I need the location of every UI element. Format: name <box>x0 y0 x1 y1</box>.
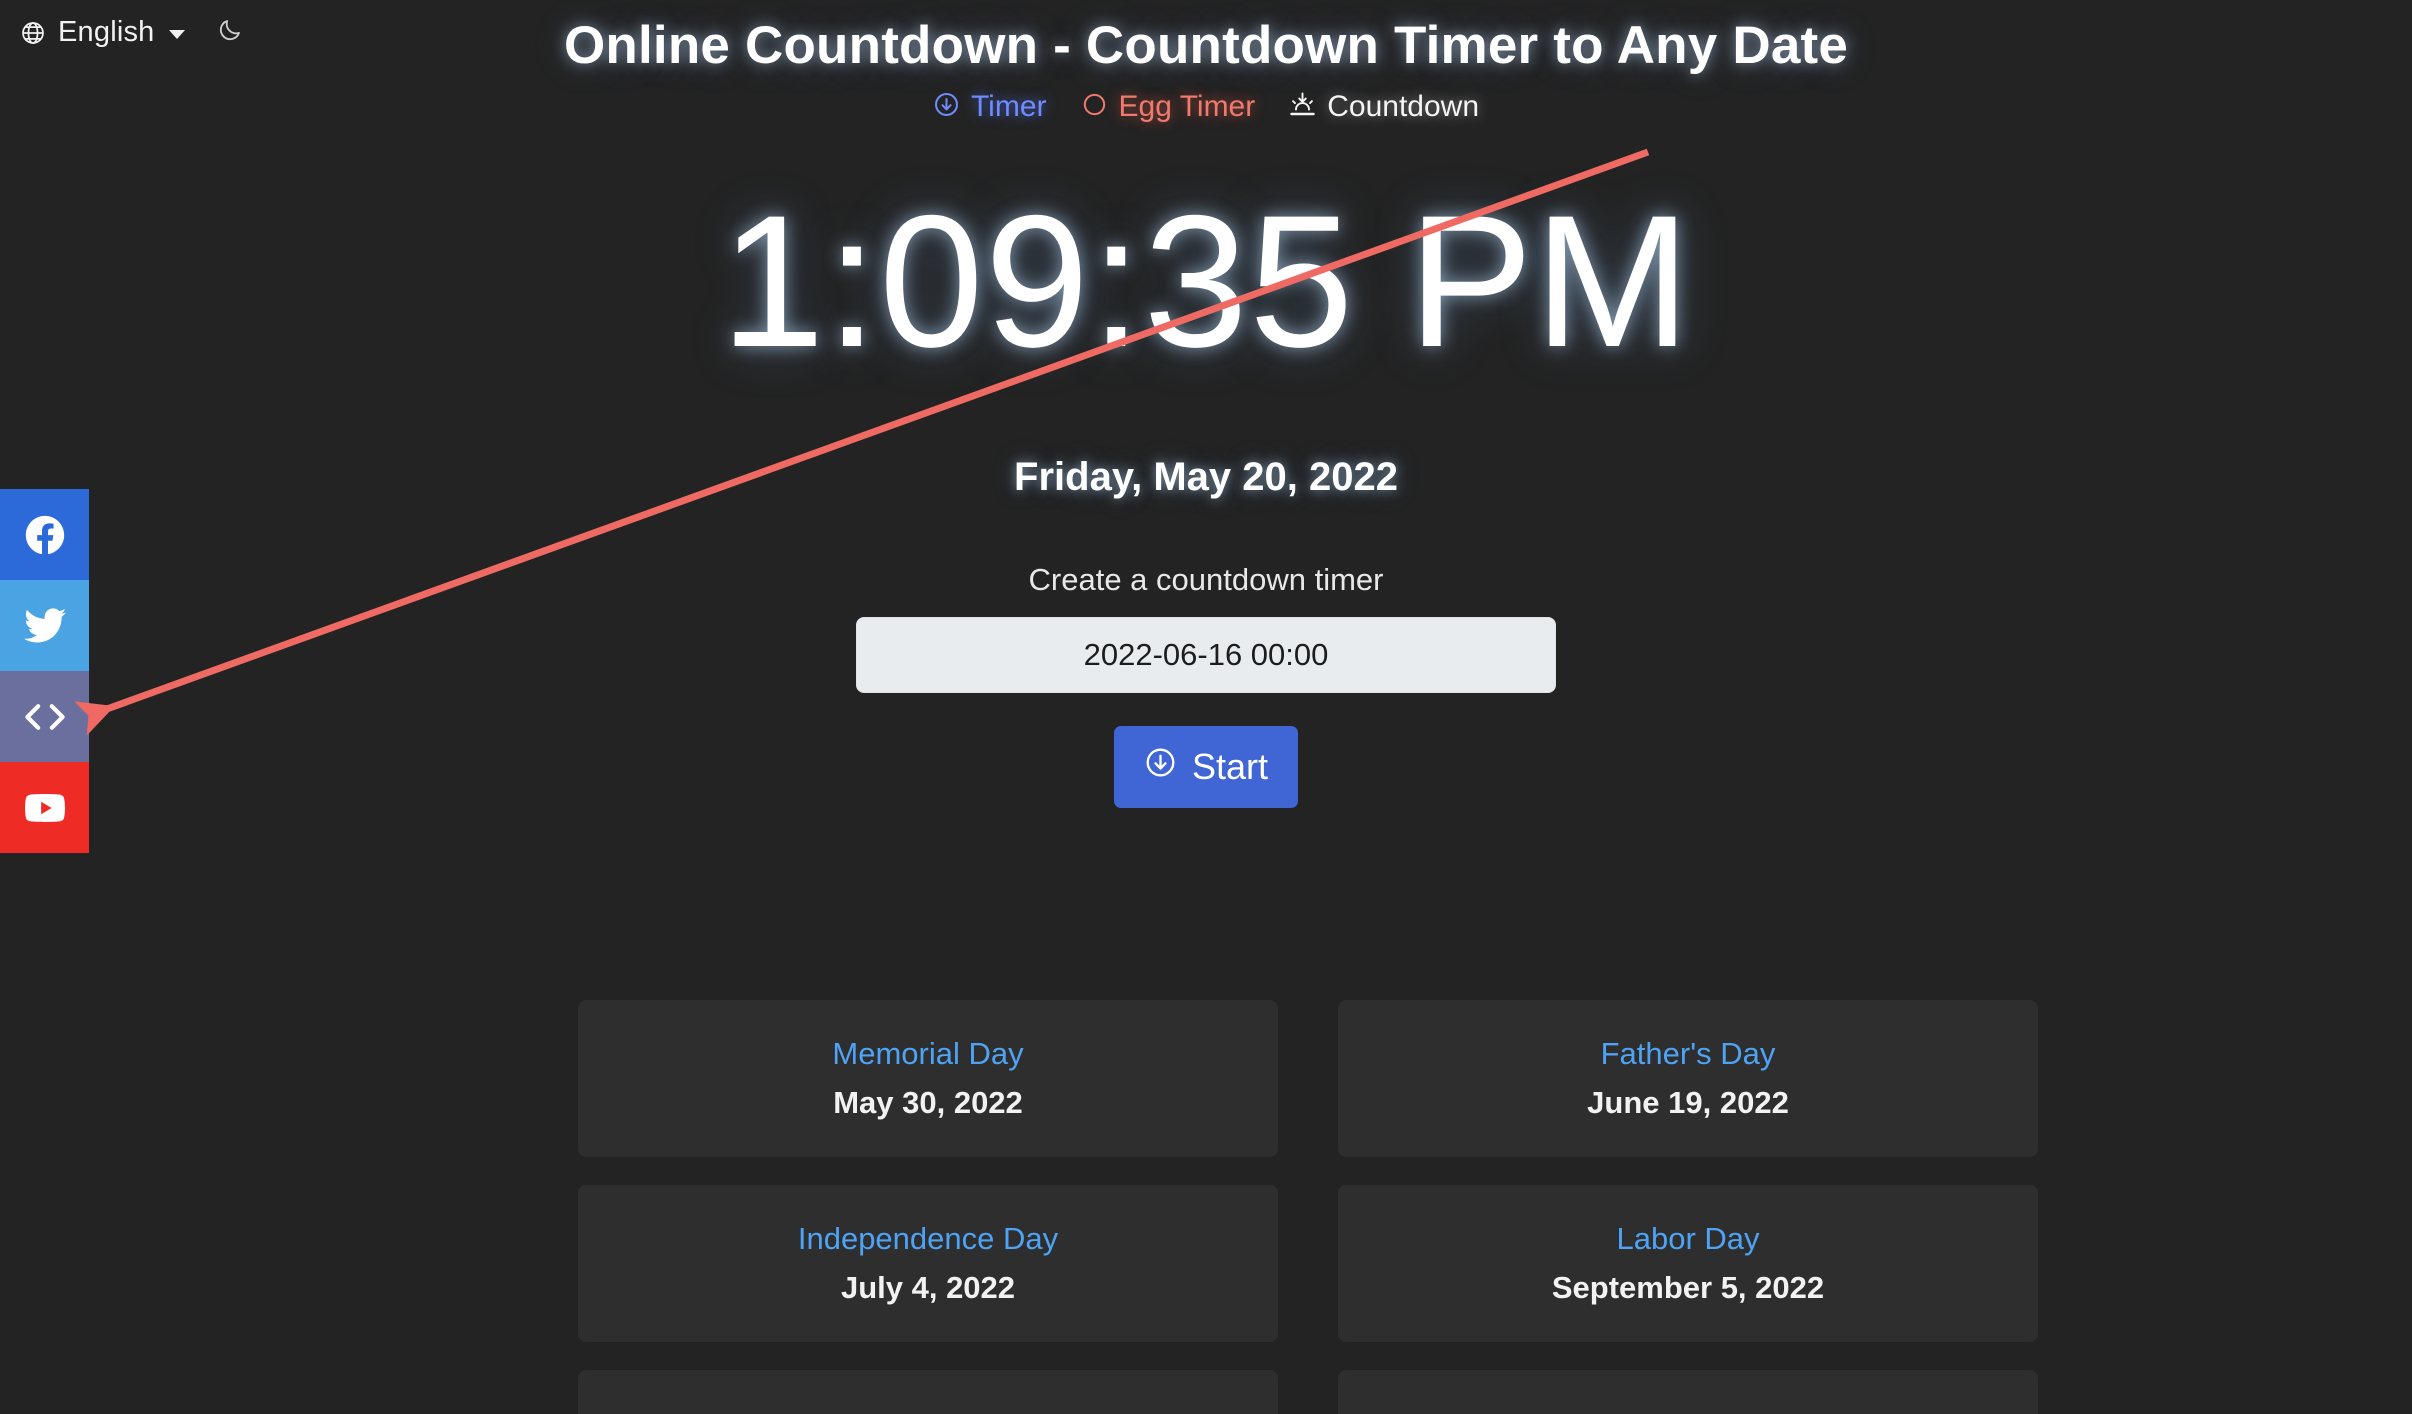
holiday-name: Labor Day <box>1616 1221 1760 1257</box>
holiday-date: July 4, 2022 <box>840 1269 1016 1305</box>
nav-label-countdown: Countdown <box>1327 90 1480 124</box>
create-countdown-form: Create a countdown timer Start <box>0 562 2412 808</box>
dark-mode-toggle[interactable] <box>213 16 247 50</box>
circle-icon <box>1081 91 1108 124</box>
social-share-rail <box>0 489 89 853</box>
nav-item-timer[interactable]: Timer <box>933 91 1047 124</box>
clock-time: 1:09:35 PM <box>720 176 1692 386</box>
holiday-name: Independence Day <box>797 1221 1059 1257</box>
share-twitter-button[interactable] <box>0 580 89 671</box>
language-selector[interactable]: English <box>18 14 187 51</box>
holiday-name: Father's Day <box>1600 1036 1776 1072</box>
nav-label-timer: Timer <box>970 90 1047 124</box>
holiday-card[interactable]: Labor Day September 5, 2022 <box>1338 1185 2038 1342</box>
holiday-date: September 5, 2022 <box>1551 1269 1825 1305</box>
chevron-down-icon <box>168 30 185 39</box>
youtube-icon <box>21 784 69 832</box>
holiday-card[interactable]: Halloween <box>1338 1370 2038 1414</box>
holiday-card[interactable]: Memorial Day May 30, 2022 <box>578 1000 1278 1157</box>
clock-date: Friday, May 20, 2022 <box>1014 455 1398 499</box>
start-button[interactable]: Start <box>1113 726 1299 808</box>
facebook-icon <box>22 512 68 558</box>
share-youtube-button[interactable] <box>0 762 89 853</box>
language-label: English <box>58 16 155 48</box>
nav-item-egg-timer[interactable]: Egg Timer <box>1081 90 1256 124</box>
page-root: English Online Countdown - Countdown Tim… <box>0 0 2412 1414</box>
circle-arrow-down-icon <box>933 91 960 124</box>
twitter-icon <box>22 603 68 649</box>
holiday-card[interactable]: Father's Day June 19, 2022 <box>1338 1000 2038 1157</box>
start-button-label: Start <box>1191 746 1269 787</box>
nav-item-countdown[interactable]: Countdown <box>1289 91 1479 124</box>
holiday-date: May 30, 2022 <box>833 1084 1023 1120</box>
share-facebook-button[interactable] <box>0 489 89 580</box>
globe-icon <box>20 20 46 46</box>
countdown-date-input[interactable] <box>856 617 1556 693</box>
share-embed-code-button[interactable] <box>0 671 89 762</box>
nav-label-egg-timer: Egg Timer <box>1118 90 1256 124</box>
top-toolbar: English <box>18 14 247 51</box>
sun-down-icon <box>1289 91 1316 124</box>
main-nav: Timer Egg Timer Countdown <box>0 91 2412 124</box>
page-header: Online Countdown - Countdown Timer to An… <box>0 0 2412 124</box>
page-title: Online Countdown - Countdown Timer to An… <box>563 16 1849 75</box>
holiday-name: Memorial Day <box>832 1036 1024 1072</box>
code-embed-icon <box>21 693 69 741</box>
create-countdown-label: Create a countdown timer <box>1028 562 1384 597</box>
holiday-card[interactable]: Independence Day July 4, 2022 <box>578 1185 1278 1342</box>
holiday-card[interactable]: Columbus Day <box>578 1370 1278 1414</box>
moon-icon <box>217 17 243 48</box>
circle-arrow-down-icon <box>1144 746 1177 788</box>
holiday-card-grid: Memorial Day May 30, 2022 Father's Day J… <box>578 1000 2038 1414</box>
holiday-date: June 19, 2022 <box>1587 1084 1789 1120</box>
